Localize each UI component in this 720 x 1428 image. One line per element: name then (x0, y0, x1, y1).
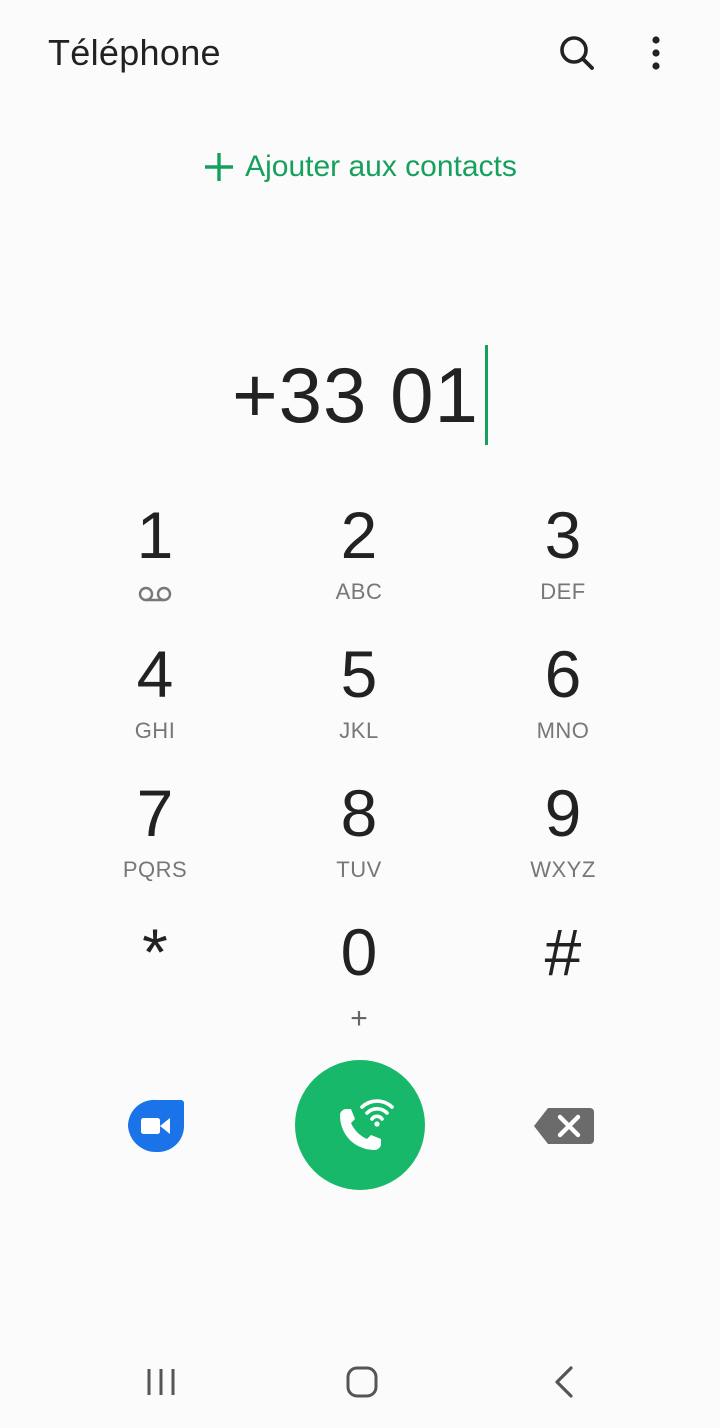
key-hash[interactable]: # (461, 912, 665, 1051)
home-icon (346, 1366, 378, 1398)
plus-icon (203, 151, 235, 183)
key-digit: * (142, 915, 168, 989)
recent-apps-button[interactable] (136, 1360, 186, 1404)
key-digit: 0 (340, 915, 378, 989)
key-9[interactable]: 9 WXYZ (461, 773, 665, 912)
add-to-contacts-button[interactable]: Ajouter aux contacts (0, 150, 720, 184)
backspace-button[interactable] (532, 1104, 596, 1148)
key-digit: 6 (544, 637, 582, 711)
key-4[interactable]: 4 GHI (53, 634, 257, 773)
key-digit: 9 (544, 776, 582, 850)
backspace-icon (534, 1108, 594, 1144)
home-button[interactable] (337, 1360, 387, 1404)
dialed-number: +33 01 (232, 350, 479, 439)
key-6[interactable]: 6 MNO (461, 634, 665, 773)
key-letters: DEF (540, 579, 586, 604)
key-letters: PQRS (122, 857, 188, 882)
key-digit: 8 (340, 776, 378, 850)
video-call-button[interactable] (126, 1098, 186, 1154)
video-call-icon (127, 1099, 184, 1153)
more-options-button[interactable] (628, 25, 684, 81)
wifi-call-icon (340, 1099, 394, 1150)
dialed-number-field[interactable]: +33 01 (0, 335, 720, 455)
key-star[interactable]: * (53, 912, 257, 1051)
key-digit: 7 (136, 776, 174, 850)
back-button[interactable] (539, 1360, 589, 1404)
key-3[interactable]: 3 DEF (461, 495, 665, 634)
add-to-contacts-label: Ajouter aux contacts (245, 150, 517, 183)
key-letters: GHI (134, 718, 176, 743)
app-header: Téléphone (0, 0, 720, 110)
key-letters: JKL (339, 718, 379, 743)
key-digit: # (544, 915, 582, 989)
more-vertical-icon (652, 36, 660, 70)
key-digit: 5 (340, 637, 378, 711)
system-navigation-bar (0, 1340, 720, 1428)
text-cursor (484, 345, 488, 445)
back-icon (555, 1366, 573, 1398)
key-5[interactable]: 5 JKL (257, 634, 461, 773)
dial-actions (0, 1060, 720, 1192)
key-digit: 1 (136, 498, 174, 572)
dial-keypad: 1 2 ABC 3 DEF 4 GHI 5 JKL 6 MNO 7 PQRS 8… (53, 495, 667, 1051)
search-icon (560, 36, 594, 70)
key-letters: WXYZ (530, 857, 596, 882)
key-letters: TUV (336, 857, 382, 882)
app-title: Téléphone (48, 32, 221, 73)
key-digit: 3 (544, 498, 582, 572)
key-digit: 4 (136, 637, 174, 711)
key-7[interactable]: 7 PQRS (53, 773, 257, 912)
voicemail-icon (137, 581, 173, 607)
key-letters: MNO (536, 718, 590, 743)
key-1[interactable]: 1 (53, 495, 257, 634)
call-button[interactable] (295, 1060, 425, 1190)
key-letters: ABC (335, 579, 383, 604)
recent-apps-icon (147, 1369, 175, 1395)
key-digit: 2 (340, 498, 378, 572)
key-2[interactable]: 2 ABC (257, 495, 461, 634)
key-letters: + (350, 1002, 368, 1035)
key-0[interactable]: 0 + (257, 912, 461, 1051)
key-8[interactable]: 8 TUV (257, 773, 461, 912)
search-button[interactable] (549, 25, 605, 81)
